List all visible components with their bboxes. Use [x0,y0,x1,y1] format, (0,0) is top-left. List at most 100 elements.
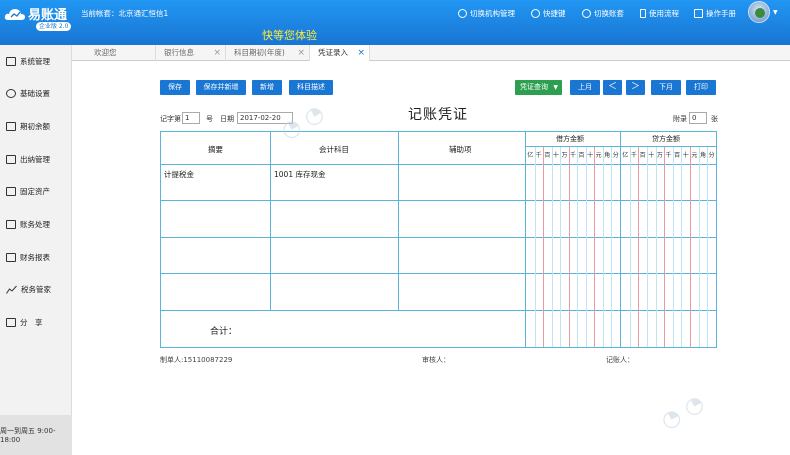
subject-desc-button[interactable]: 科目描述 [289,80,333,95]
avatar[interactable] [748,1,770,23]
close-icon[interactable]: × [213,45,221,61]
save-button[interactable]: 保存 [160,80,190,95]
caret-down-icon: ▼ [553,84,558,91]
usage-flow-button[interactable]: 使用流程 [640,8,679,19]
table-border-top [160,131,717,132]
digit-unit-header: 万 [656,152,663,159]
digit-col-line [543,147,545,347]
tab-label: 科目期初(年度) [234,48,285,57]
sidebar-item-label: 分 享 [20,317,43,327]
app-logo: 易账通 企业版 2.0 [4,4,72,32]
digit-col-line [664,147,666,347]
next-month-button[interactable]: 下月 [651,80,681,95]
digit-unit-header: 十 [682,152,689,159]
tab-label: 欢迎您 [94,48,117,57]
slogan: 快等您体验 [262,29,317,42]
cloud-logo-icon [4,9,26,20]
close-icon[interactable]: × [297,45,305,61]
save-and-new-button[interactable]: 保存并新增 [196,80,246,95]
row-line [160,237,717,238]
digit-col-line [646,147,648,347]
row-1-summary[interactable]: 计提税金 [164,169,194,180]
digit-unit-header: 千 [630,152,637,159]
prev-month-button[interactable]: 上月 [570,80,600,95]
switch-ledger-icon [582,9,591,18]
sidebar-item-basic-settings[interactable]: 基础设置 [0,77,72,109]
col-line [270,131,271,310]
maker: 制单人:15110087229 [160,356,233,364]
voucher-query-button[interactable]: 凭证查询 ▼ [515,80,562,95]
gear-icon [6,88,16,98]
tab-bank-info[interactable]: 银行信息 × [156,45,226,61]
sidebar-item-opening-balance[interactable]: 期初余额 [0,110,72,142]
prev-button[interactable]: ＜ [603,80,622,95]
auditor: 审核人： [422,356,450,364]
col-line [525,131,526,347]
digit-col-line [681,147,683,347]
usage-flow-label: 使用流程 [649,9,679,18]
shortcut-button[interactable]: 快捷键 [531,8,566,19]
line-chart-icon [6,285,17,294]
tab-subject-opening[interactable]: 科目期初(年度) × [226,45,310,61]
building-icon [6,186,16,196]
logo-title: 易账通 [28,8,68,23]
work-time: 周一到周五 9:00-18:00 [0,415,72,455]
date-input[interactable]: 2017-02-20 [237,112,293,124]
col-line [398,131,399,310]
digit-col-line [577,147,579,347]
voucher-number-input[interactable]: 1 [182,112,200,124]
sidebar-item-share[interactable]: 分 享 [0,306,72,338]
tab-welcome[interactable]: 欢迎您 [86,45,156,61]
digit-col-line [707,147,709,347]
digit-col-line [568,147,570,347]
sidebar-item-accounting[interactable]: 账务处理 [0,208,72,240]
row-line [160,200,717,201]
phone-icon [640,9,646,18]
sidebar: 系统管理 基础设置 期初余额 出纳管理 固定资产 账务处理 财务报表 税务管家 … [0,45,72,455]
manual-label: 操作手册 [706,9,736,18]
switch-org-button[interactable]: 切换机构管理 [458,8,515,19]
sidebar-item-cashier[interactable]: 出纳管理 [0,143,72,175]
sidebar-item-label: 出纳管理 [20,154,50,164]
bookkeeper: 记账人： [606,356,634,364]
tab-label: 凭证录入 [318,48,348,57]
sidebar-item-fixed-assets[interactable]: 固定资产 [0,175,72,207]
table-border-bottom [160,347,717,348]
book-icon [694,9,703,18]
shortcut-icon [531,9,540,18]
next-button[interactable]: ＞ [626,80,645,95]
total-label: 合计： [210,327,238,337]
digit-unit-header: 角 [700,152,707,159]
report-icon [6,252,16,262]
sidebar-item-label: 固定资产 [20,186,50,196]
attach-count-input[interactable]: 0 [689,112,707,124]
close-icon[interactable]: × [357,45,365,61]
digit-unit-header: 千 [535,152,542,159]
sidebar-item-label: 系统管理 [20,56,50,66]
sidebar-item-system[interactable]: 系统管理 [0,45,72,77]
digit-unit-header: 百 [639,152,646,159]
digit-col-line [594,147,596,347]
digit-unit-header: 角 [604,152,611,159]
sidebar-item-tax[interactable]: 税务管家 [0,273,72,305]
manual-button[interactable]: 操作手册 [694,8,736,19]
sidebar-item-reports[interactable]: 财务报表 [0,241,72,273]
tab-label: 银行信息 [164,48,194,57]
col-aux-header: 辅助项 [449,145,472,154]
digit-unit-header: 分 [708,152,715,159]
chevron-down-icon[interactable]: ▼ [773,9,778,16]
switch-ledger-button[interactable]: 切换账套 [582,8,624,19]
col-credit-header: 贷方金额 [652,135,680,143]
digit-unit-header: 亿 [527,152,534,159]
head-bottom-line [160,164,717,165]
digit-unit-header: 分 [612,152,619,159]
print-button[interactable]: 打印 [686,80,716,95]
document-icon [6,219,16,229]
digit-col-line [690,147,692,347]
monitor-icon [6,56,16,66]
row-1-subject[interactable]: 1001 库存现金 [274,169,325,180]
avatar-tree-icon [755,8,765,18]
tab-voucher-entry[interactable]: 凭证录入 × [310,45,370,62]
add-button[interactable]: 新增 [252,80,282,95]
digit-unit-header: 千 [665,152,672,159]
